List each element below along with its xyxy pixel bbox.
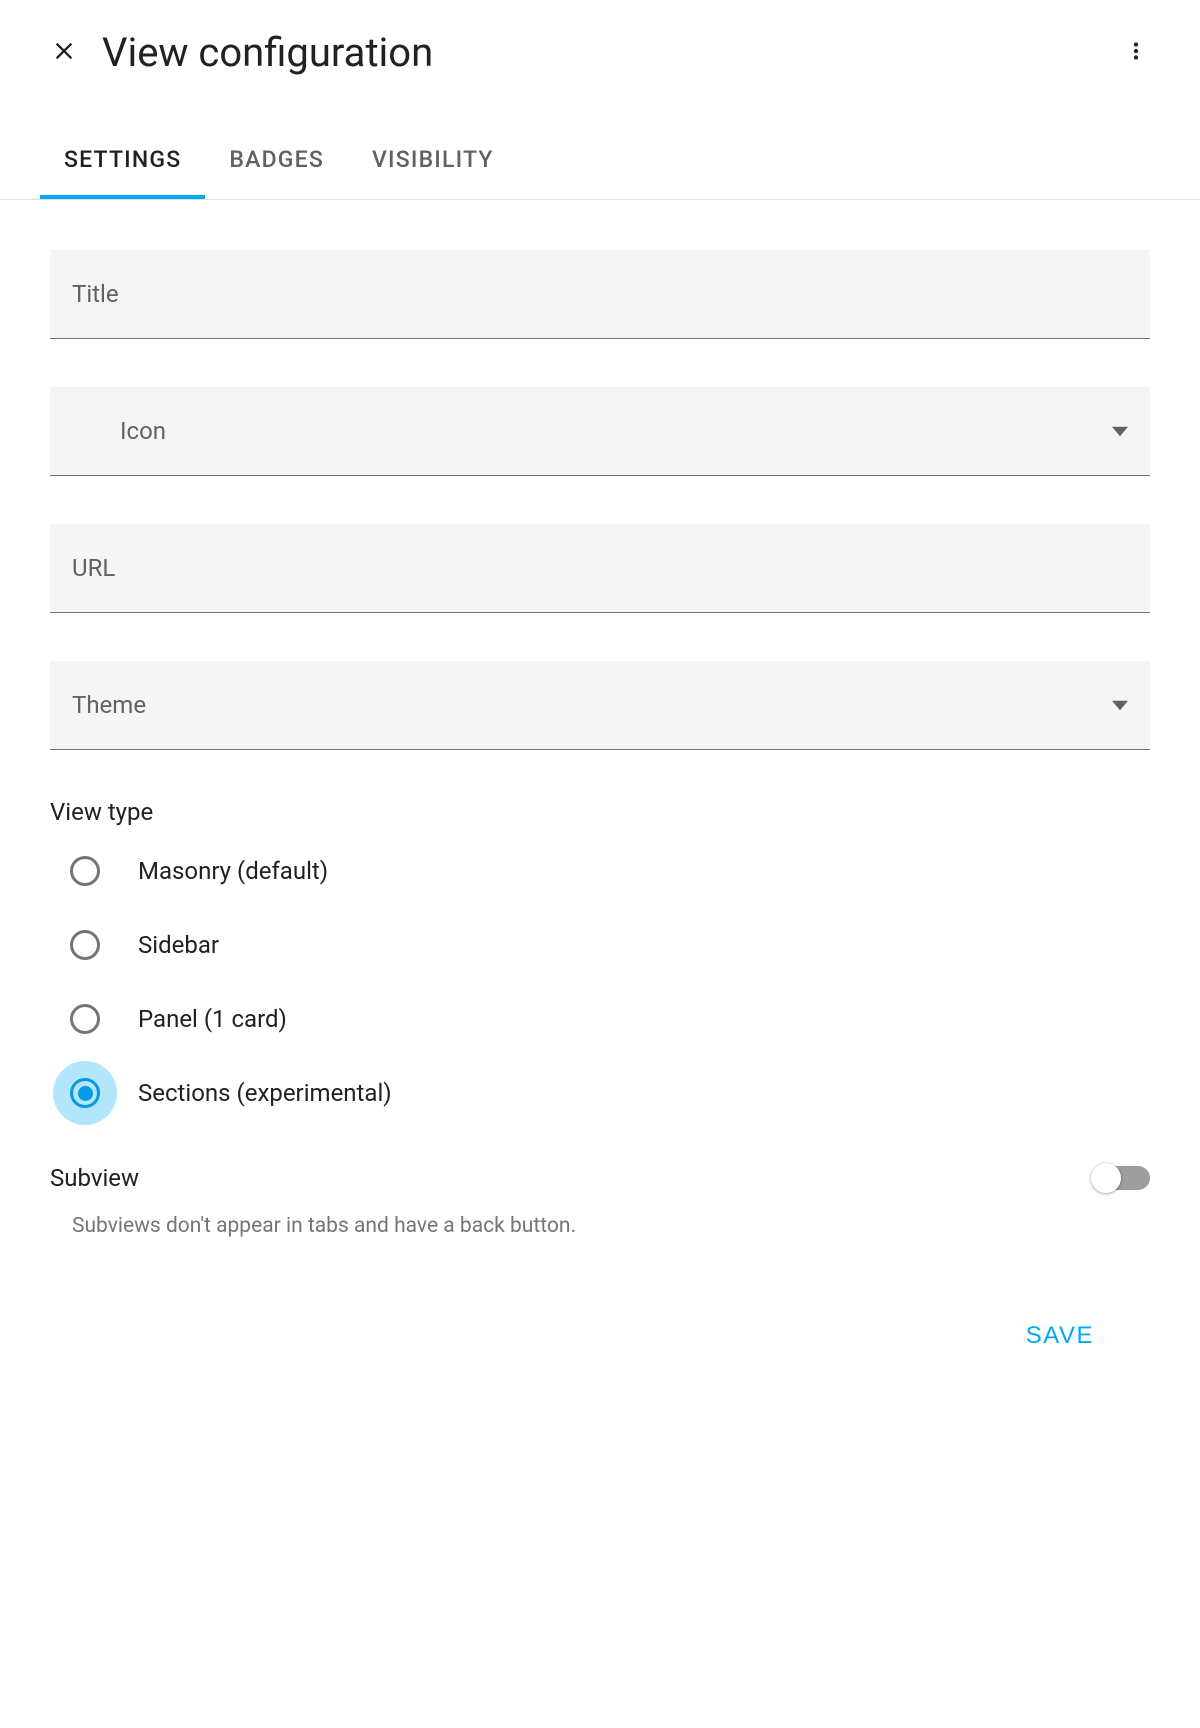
view-type-panel[interactable]: Panel (1 card) [70,1004,1150,1034]
theme-field[interactable]: Theme [50,661,1150,750]
theme-field-label: Theme [72,691,1128,719]
close-button[interactable] [40,28,88,76]
dialog-footer: SAVE [50,1310,1150,1362]
view-type-group: Masonry (default) Sidebar Panel (1 card)… [50,856,1150,1108]
radio-label: Sidebar [138,931,219,959]
radio-icon [70,1004,100,1034]
close-icon [50,37,78,68]
icon-field[interactable]: Icon [50,387,1150,476]
dialog-header: View configuration [0,0,1200,88]
more-options-button[interactable] [1112,28,1160,76]
radio-label: Masonry (default) [138,857,328,885]
subview-label: Subview [50,1164,139,1192]
radio-selected-icon [53,1061,117,1125]
radio-label: Panel (1 card) [138,1005,287,1033]
toggle-knob [1091,1163,1121,1193]
radio-icon [70,856,100,886]
subview-toggle[interactable] [1094,1166,1150,1190]
url-field[interactable]: URL [50,524,1150,613]
url-field-label: URL [72,554,1128,582]
view-type-sections[interactable]: Sections (experimental) [70,1078,1150,1108]
more-vert-icon [1123,38,1149,67]
icon-field-label: Icon [120,417,1128,445]
subview-description: Subviews don't appear in tabs and have a… [50,1214,1150,1238]
tabs-bar: SETTINGS BADGES VISIBILITY [0,128,1200,200]
tab-badges[interactable]: BADGES [205,128,348,199]
subview-row: Subview [50,1164,1150,1192]
save-button[interactable]: SAVE [1026,1310,1094,1362]
tab-visibility[interactable]: VISIBILITY [348,128,518,199]
view-type-label: View type [50,798,1150,826]
tab-settings[interactable]: SETTINGS [40,128,205,199]
dialog-title: View configuration [102,29,433,76]
radio-label: Sections (experimental) [138,1079,392,1107]
title-field-label: Title [72,280,1128,308]
radio-icon [70,930,100,960]
view-type-sidebar[interactable]: Sidebar [70,930,1150,960]
title-field[interactable]: Title [50,250,1150,339]
dropdown-icon [1112,696,1128,715]
dropdown-icon [1112,422,1128,441]
view-type-masonry[interactable]: Masonry (default) [70,856,1150,886]
